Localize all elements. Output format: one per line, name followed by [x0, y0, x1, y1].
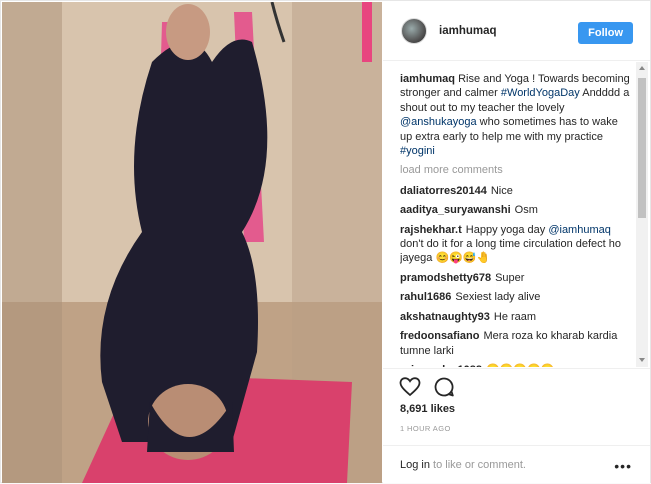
login-prompt: Log in to like or comment. — [400, 459, 526, 471]
hashtag-link[interactable]: #yogini — [400, 145, 435, 157]
scroll-down-arrow-icon[interactable] — [639, 358, 645, 362]
post-header: iamhumaq Follow — [383, 2, 650, 61]
comment-username[interactable]: aaditya_suryawanshi — [400, 204, 511, 216]
follow-button[interactable]: Follow — [578, 22, 633, 44]
scrollbar-thumb[interactable] — [638, 78, 646, 218]
comment-username[interactable]: privayaday1088 — [400, 364, 482, 367]
post-image[interactable] — [2, 2, 382, 483]
avatar[interactable] — [401, 18, 427, 44]
comment-text: Happy yoga day — [465, 223, 549, 236]
list-item: rahul1686 Sexiest lady alive — [400, 290, 632, 304]
list-item: akshatnaughty93 He raam — [400, 310, 632, 324]
yoga-photo — [2, 2, 382, 483]
list-item: pramodshetty678 Super — [400, 271, 632, 285]
comment-text: Nice — [490, 184, 513, 197]
header-username[interactable]: iamhumaq — [439, 25, 497, 37]
list-item: rajshekhar.t Happy yoga day @iamhumaq don… — [400, 223, 632, 266]
caption-username[interactable]: iamhumaq — [400, 73, 455, 85]
comment-text: Osm — [514, 204, 538, 217]
list-item: privayaday1088 😊😊😊😊😊 — [400, 363, 632, 367]
comment-username[interactable]: akshatnaughty93 — [400, 311, 490, 323]
scroll-up-arrow-icon[interactable] — [639, 66, 645, 70]
login-bar: Log in to like or comment. ••• — [383, 445, 650, 484]
load-more-comments-link[interactable]: load more comments — [400, 163, 632, 177]
post-timestamp[interactable]: 1 HOUR AGO — [400, 424, 451, 433]
caption: iamhumaq Rise and Yoga ! Towards becomin… — [400, 72, 632, 158]
comment-text: 😊😊😊😊😊 — [486, 364, 554, 367]
comment-username[interactable]: rahul1686 — [400, 291, 451, 303]
comment-icon[interactable] — [432, 375, 456, 399]
login-link[interactable]: Log in — [400, 459, 430, 471]
comment-username[interactable]: fredoonsafiano — [400, 330, 479, 342]
mention-link[interactable]: @anshukayoga — [400, 116, 477, 128]
comment-list[interactable]: iamhumaq Rise and Yoga ! Towards becomin… — [400, 72, 632, 367]
list-item: daliatorres20144 Nice — [400, 184, 632, 198]
comment-text: Sexiest lady alive — [455, 291, 541, 304]
mention-link[interactable]: @iamhumaq — [548, 224, 611, 236]
more-options-icon[interactable]: ••• — [614, 458, 632, 474]
instagram-post-embed: iamhumaq Follow iamhumaq Rise and Yoga !… — [0, 0, 651, 483]
comment-username[interactable]: rajshekhar.t — [400, 224, 462, 236]
hashtag-link[interactable]: #WorldYogaDay — [501, 87, 580, 99]
list-item: fredoonsafiano Mera roza ko kharab kardia… — [400, 329, 632, 358]
comment-username[interactable]: pramodshetty678 — [400, 272, 491, 284]
list-item: aaditya_suryawanshi Osm — [400, 203, 632, 217]
heart-icon[interactable] — [398, 375, 422, 399]
comment-text: Super — [495, 271, 525, 284]
login-rest: to like or comment. — [429, 459, 526, 471]
post-actions: 8,691 likes 1 HOUR AGO Log in to like or… — [383, 368, 650, 484]
like-count[interactable]: 8,691 likes — [400, 403, 455, 415]
comment-text: He raam — [493, 310, 537, 323]
comment-text: don't do it for a long time circulation … — [400, 238, 622, 265]
comment-username[interactable]: daliatorres20144 — [400, 185, 487, 197]
post-sidebar: iamhumaq Follow iamhumaq Rise and Yoga !… — [383, 2, 650, 483]
